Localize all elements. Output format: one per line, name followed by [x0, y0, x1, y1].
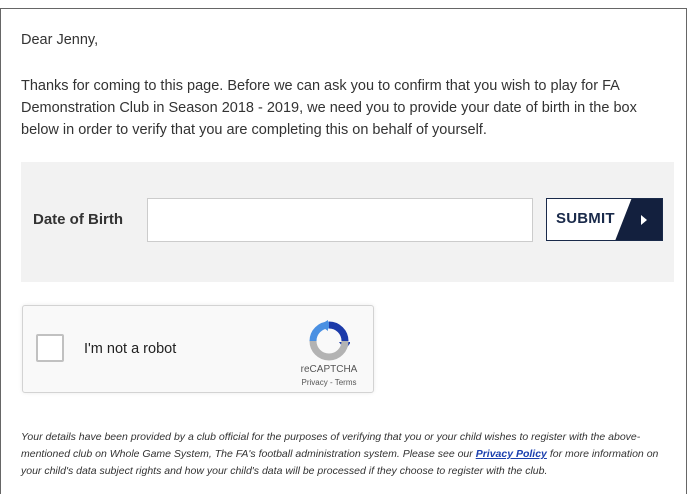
recaptcha-brand-text: reCAPTCHA [300, 364, 358, 375]
footer-disclaimer: Your details have been provided by a clu… [21, 429, 676, 480]
recaptcha-label: I'm not a robot [84, 341, 177, 357]
recaptcha-links-separator: - [327, 378, 335, 387]
recaptcha-privacy-link[interactable]: Privacy [302, 378, 328, 387]
arrow-right-icon [615, 199, 662, 240]
recaptcha-checkbox[interactable] [36, 334, 64, 362]
submit-button-label: SUBMIT [556, 210, 615, 227]
recaptcha-terms-link[interactable]: Terms [335, 378, 357, 387]
recaptcha-links: Privacy - Terms [289, 378, 369, 387]
date-of-birth-input[interactable] [147, 198, 533, 242]
page-frame: Dear Jenny, Thanks for coming to this pa… [0, 8, 687, 494]
date-of-birth-panel: Date of Birth SUBMIT [21, 162, 674, 282]
submit-button[interactable]: SUBMIT [546, 198, 663, 241]
intro-paragraph: Thanks for coming to this page. Before w… [21, 78, 637, 138]
recaptcha-widget: I'm not a robot reCAPTCHA Privacy - Term… [22, 305, 374, 393]
recaptcha-logo-icon [309, 320, 350, 361]
date-of-birth-label: Date of Birth [33, 211, 123, 228]
greeting-text: Dear Jenny, [21, 32, 99, 48]
privacy-policy-link[interactable]: Privacy Policy [476, 448, 547, 460]
